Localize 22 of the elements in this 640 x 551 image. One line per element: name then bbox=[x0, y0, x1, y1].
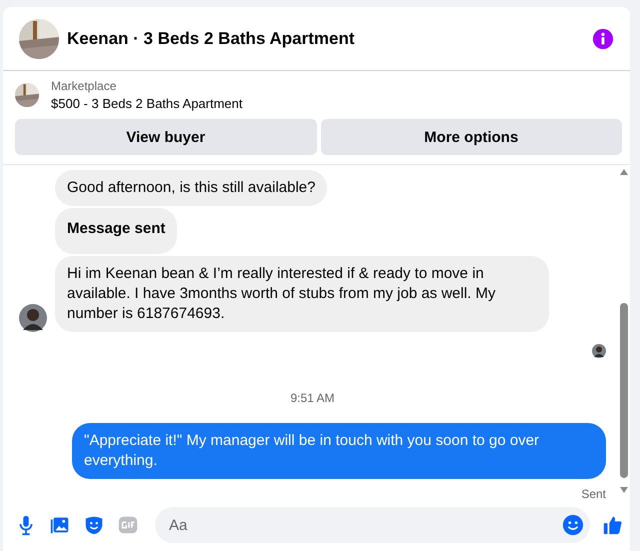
message-bubble: Hi im Keenan bean & I’m really interested if & ready to move in available. I have 3months worth of stubs from my job as well. My number is 6187674693. bbox=[55, 256, 549, 332]
chat-title: Keenan · 3 Beds 2 Baths Apartment bbox=[67, 28, 356, 48]
scroll-up-icon[interactable] bbox=[620, 169, 628, 175]
action-button[interactable]: View buyer bbox=[15, 119, 316, 155]
message-bubble: Good afternoon, is this still available? bbox=[55, 170, 328, 206]
sticker-icon[interactable] bbox=[83, 514, 105, 536]
avatar bbox=[19, 304, 47, 332]
info-icon[interactable] bbox=[592, 28, 614, 50]
listing-title[interactable]: $500 - 3 Beds 2 Baths Apartment bbox=[51, 96, 243, 111]
message-input[interactable]: Aa bbox=[167, 516, 562, 534]
timestamp: 9:51 AM bbox=[290, 391, 335, 405]
message-bubble: "Appreciate it!" My manager will be in touch with you soon to go over everything. bbox=[72, 423, 606, 479]
delivery-status: Sent bbox=[581, 487, 606, 501]
emoji-icon[interactable] bbox=[562, 514, 584, 536]
avatar bbox=[592, 344, 606, 358]
listing-label: Marketplace bbox=[51, 79, 118, 93]
message-bubble: Message sent bbox=[55, 208, 178, 254]
scroll-down-icon[interactable] bbox=[620, 487, 628, 493]
action-button[interactable]: More options bbox=[320, 119, 622, 155]
scrollbar-thumb[interactable] bbox=[620, 303, 628, 478]
thumbs-up-icon[interactable] bbox=[602, 514, 624, 536]
message-field[interactable]: Aa bbox=[155, 507, 590, 543]
